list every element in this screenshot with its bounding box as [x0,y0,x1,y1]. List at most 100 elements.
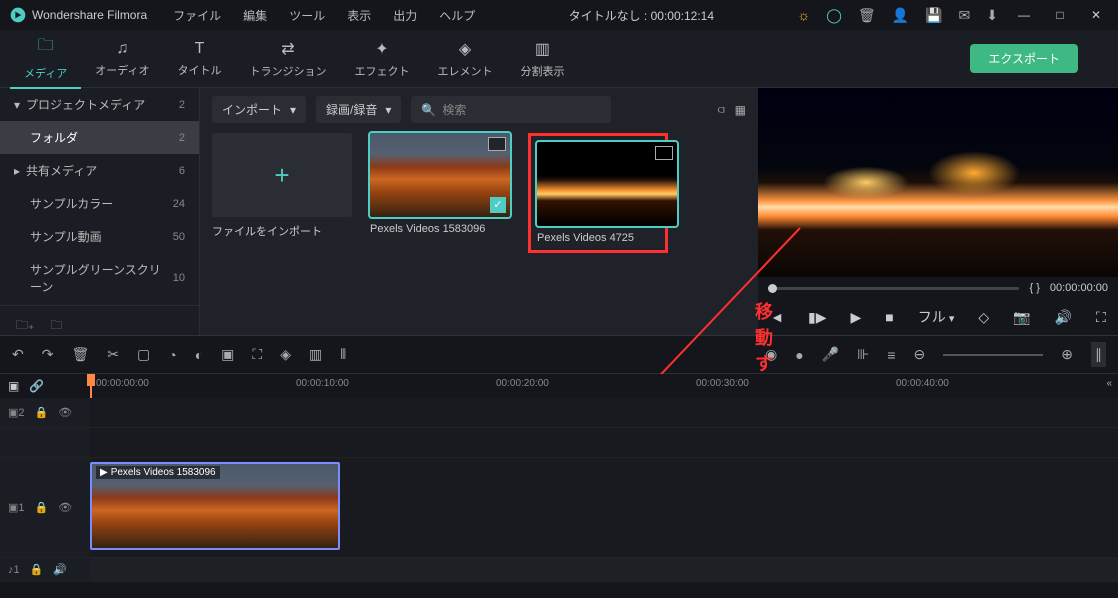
search-input[interactable]: 🔍 検索 [411,96,611,123]
chevron-down-icon: ▾ [14,98,20,112]
chevron-right-icon: ▸ [14,164,20,178]
download-icon[interactable]: ⬇ [986,7,998,24]
tab-transition[interactable]: ⇄ トランジション [235,33,340,85]
zoom-slider[interactable] [943,354,1043,356]
fullscreen-icon[interactable]: ⛶ [1096,309,1106,326]
minimize-button[interactable]: — [1012,8,1036,22]
color-button[interactable]: ◐ [195,347,203,363]
audio-wave-button[interactable]: ⫴ [340,346,346,363]
sidebar-item-project-media[interactable]: ▾ プロジェクトメディア 2 [0,88,199,121]
lock-icon[interactable]: 🔒 [35,406,49,419]
transition-icon: ⇄ [281,39,294,59]
media-clip-1[interactable]: ✓ Pexels Videos 1583096 [370,133,510,253]
sidebar-item-folder[interactable]: フォルダ 2 [0,121,199,154]
new-folder-icon[interactable]: 🗀₊ [16,316,34,337]
mixer-button[interactable]: ⊪ [857,346,869,363]
delete-button[interactable]: 🗑 [71,346,89,363]
split-icon: ▥ [535,39,550,59]
redo-button[interactable]: ↷ [42,346,54,363]
split-button[interactable]: ✂ [107,346,119,363]
keyframe-button[interactable]: ◈ [280,346,291,363]
audio-track-1[interactable]: ♪1🔒🔊 [0,558,1118,582]
app-brand: Wondershare Filmora [10,7,147,23]
text-icon: T [195,40,205,58]
crop-button[interactable]: ▢ [137,346,150,363]
collapse-icon[interactable]: « [1106,378,1112,389]
video-track-1[interactable]: ▣1🔒👁 ▶Pexels Videos 1583096 [0,458,1118,558]
sidebar-item-sample-color[interactable]: サンプルカラー 24 [0,187,199,220]
eye-icon[interactable]: 👁 [58,406,72,419]
play-button[interactable]: ▶ [851,309,862,326]
menu-output[interactable]: 出力 [383,3,427,28]
manage-tracks-button[interactable]: ≡ [887,347,895,363]
tab-media[interactable]: 🗀 メディア [10,28,81,89]
preview-timecode: 00:00:00:00 [1050,282,1108,294]
ripple-icon[interactable]: ▣ [8,379,19,393]
tab-element[interactable]: ◈ エレメント [423,33,506,85]
save-icon[interactable]: 💾 [925,7,942,24]
view-mode-dropdown[interactable]: フル ▾ [918,307,955,327]
category-tabs: 🗀 メディア ♫ オーディオ T タイトル ⇄ トランジション ✦ エフェクト … [0,30,1118,88]
media-sidebar: ▾ プロジェクトメディア 2 フォルダ 2 ▸ 共有メディア 6 サンプルカラー… [0,88,200,335]
tab-title[interactable]: T タイトル [163,34,235,84]
title-bar: Wondershare Filmora ファイル 編集 ツール 表示 出力 ヘル… [0,0,1118,30]
grid-view-icon[interactable]: ▦ [735,103,746,117]
eye-icon[interactable]: 👁 [58,501,72,514]
overlay-track[interactable]: ▣2🔒👁 [0,398,1118,428]
menu-tool[interactable]: ツール [279,3,335,28]
fit-button[interactable]: ⛶ [252,346,262,363]
timeline-ruler[interactable]: ▣ 🔗 00:00:00:00 00:00:10:00 00:00:20:00 … [0,374,1118,398]
import-dropdown[interactable]: インポート ▾ [212,96,306,123]
maximize-button[interactable]: □ [1048,8,1072,22]
headphones-icon[interactable]: ◯ [826,7,842,24]
mail-icon[interactable]: ✉ [959,7,971,24]
clip-badge-icon [488,137,506,151]
user-icon[interactable]: 👤 [892,7,909,24]
greenscreen-button[interactable]: ▣ [221,346,234,363]
filter-icon[interactable]: ⫏ [718,102,725,117]
speed-button[interactable]: ◔ [168,347,176,363]
tab-split[interactable]: ▥ 分割表示 [506,33,578,85]
menu-view[interactable]: 表示 [337,3,381,28]
snapshot-icon[interactable]: 📷 [1013,309,1030,326]
stop-button[interactable]: ■ [885,309,893,325]
link-icon[interactable]: 🔗 [29,379,44,393]
media-browser: インポート ▾ 録画/録音 ▾ 🔍 検索 ⫏ ▦ + ファイルをインポート [200,88,758,335]
spacer-track [0,428,1118,458]
export-button[interactable]: エクスポート [970,44,1078,73]
menu-edit[interactable]: 編集 [233,3,277,28]
trash-icon[interactable]: 🗑 [858,7,876,24]
tab-effect[interactable]: ✦ エフェクト [340,33,423,85]
record-dropdown[interactable]: 録画/録音 ▾ [316,96,401,123]
play-icon: ▶ [100,467,108,478]
tab-audio[interactable]: ♫ オーディオ [81,34,163,84]
timeline-tracks: ▣2🔒👁 ▣1🔒👁 ▶Pexels Videos 1583096 ♪1🔒🔊 [0,398,1118,598]
menu-file[interactable]: ファイル [163,3,231,28]
volume-icon[interactable]: 🔊 [53,563,67,576]
project-title: タイトルなし : 00:00:12:14 [487,7,795,24]
close-button[interactable]: ✕ [1084,8,1108,22]
sidebar-item-sample-video[interactable]: サンプル動画 50 [0,220,199,253]
import-file-tile[interactable]: + ファイルをインポート [212,133,352,253]
chevron-down-icon: ▾ [385,103,391,117]
lock-icon[interactable]: 🔒 [30,563,44,576]
timeline-panel: ↶ ↷ 🗑 ✂ ▢ ◔ ◐ ▣ ⛶ ◈ ▥ ⫴ ◉ ● 🎤 ⊪ ≡ ⊖ ⊕ ∥ … [0,335,1118,598]
lightbulb-icon[interactable]: ☼ [797,7,810,23]
sidebar-item-sample-greenscreen[interactable]: サンプルグリーンスクリーン 10 [0,253,199,303]
playhead[interactable] [90,374,92,398]
lock-icon[interactable]: 🔒 [35,501,49,514]
keyframe-icon[interactable]: ◇ [978,309,989,326]
render-button[interactable]: ▥ [309,346,322,363]
preview-scrubber[interactable] [768,287,1019,290]
music-icon: ♫ [116,40,128,58]
menu-help[interactable]: ヘルプ [429,3,485,28]
timeline-options-button[interactable]: ∥ [1091,342,1106,367]
timeline-clip[interactable]: ▶Pexels Videos 1583096 [90,462,340,550]
sidebar-item-shared-media[interactable]: ▸ 共有メディア 6 [0,154,199,187]
undo-button[interactable]: ↶ [12,346,24,363]
volume-icon[interactable]: 🔊 [1055,309,1072,326]
folder-icon: 🗀 [38,34,54,61]
zoom-out-button[interactable]: ⊖ [914,346,926,363]
zoom-in-button[interactable]: ⊕ [1061,346,1073,363]
folder-icon[interactable]: 🗀 [50,316,62,337]
